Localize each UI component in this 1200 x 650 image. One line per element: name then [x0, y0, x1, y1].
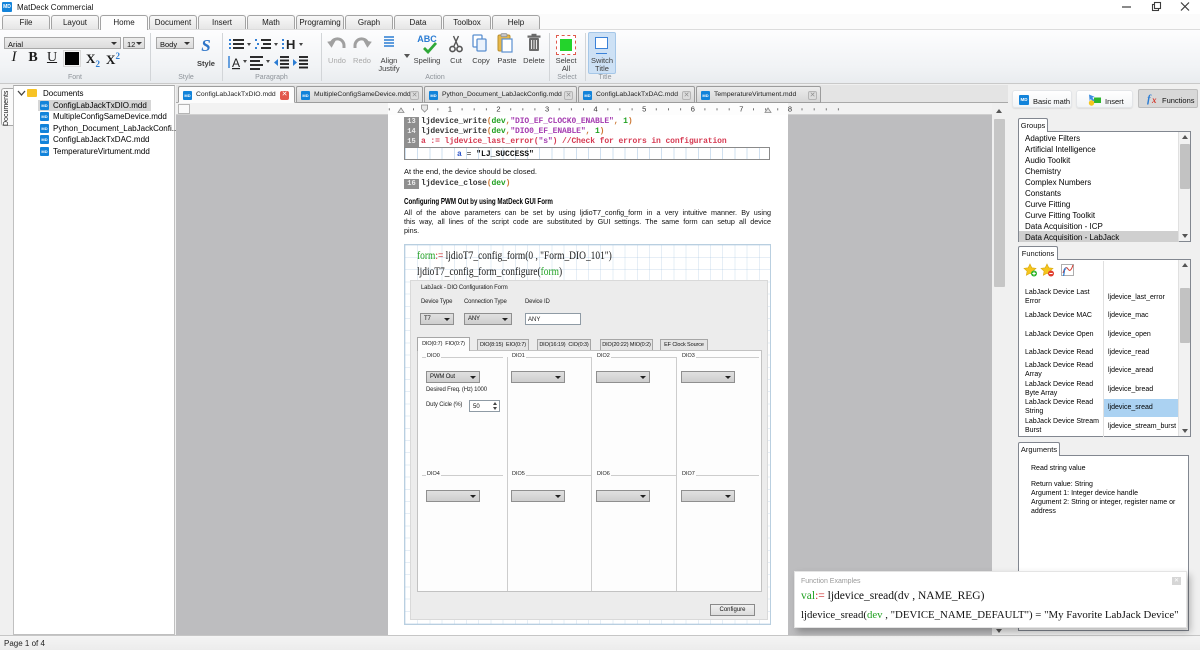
svg-text:4: 4 — [594, 105, 598, 114]
svg-text:5: 5 — [642, 105, 646, 114]
svg-text:6: 6 — [691, 105, 695, 114]
svg-text:8: 8 — [788, 105, 792, 114]
svg-text:3: 3 — [545, 105, 549, 114]
svg-text:2: 2 — [496, 105, 500, 114]
svg-text:7: 7 — [739, 105, 743, 114]
svg-text:H: H — [286, 37, 295, 52]
svg-text:A: A — [232, 56, 240, 70]
svg-text:1: 1 — [448, 105, 452, 114]
